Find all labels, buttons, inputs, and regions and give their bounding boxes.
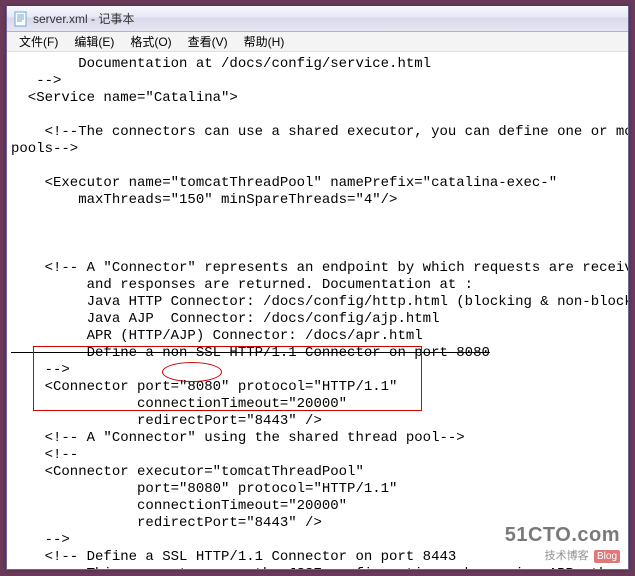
notepad-window: server.xml - 记事本 文件(F) 编辑(E) 格式(O) 查看(V)… [6,6,629,570]
editor-area[interactable]: Documentation at /docs/config/service.ht… [7,52,628,569]
struck-line: Define a non-SSL HTTP/1.1 Connector on p… [11,345,490,361]
menubar: 文件(F) 编辑(E) 格式(O) 查看(V) 帮助(H) [7,32,628,52]
menu-format[interactable]: 格式(O) [122,31,179,52]
notepad-icon [13,11,29,27]
menu-view[interactable]: 查看(V) [180,31,236,52]
menu-file[interactable]: 文件(F) [11,31,66,52]
window-title: server.xml - 记事本 [33,10,134,27]
menu-help[interactable]: 帮助(H) [236,31,293,52]
titlebar[interactable]: server.xml - 记事本 [7,6,628,32]
menu-edit[interactable]: 编辑(E) [66,31,122,52]
